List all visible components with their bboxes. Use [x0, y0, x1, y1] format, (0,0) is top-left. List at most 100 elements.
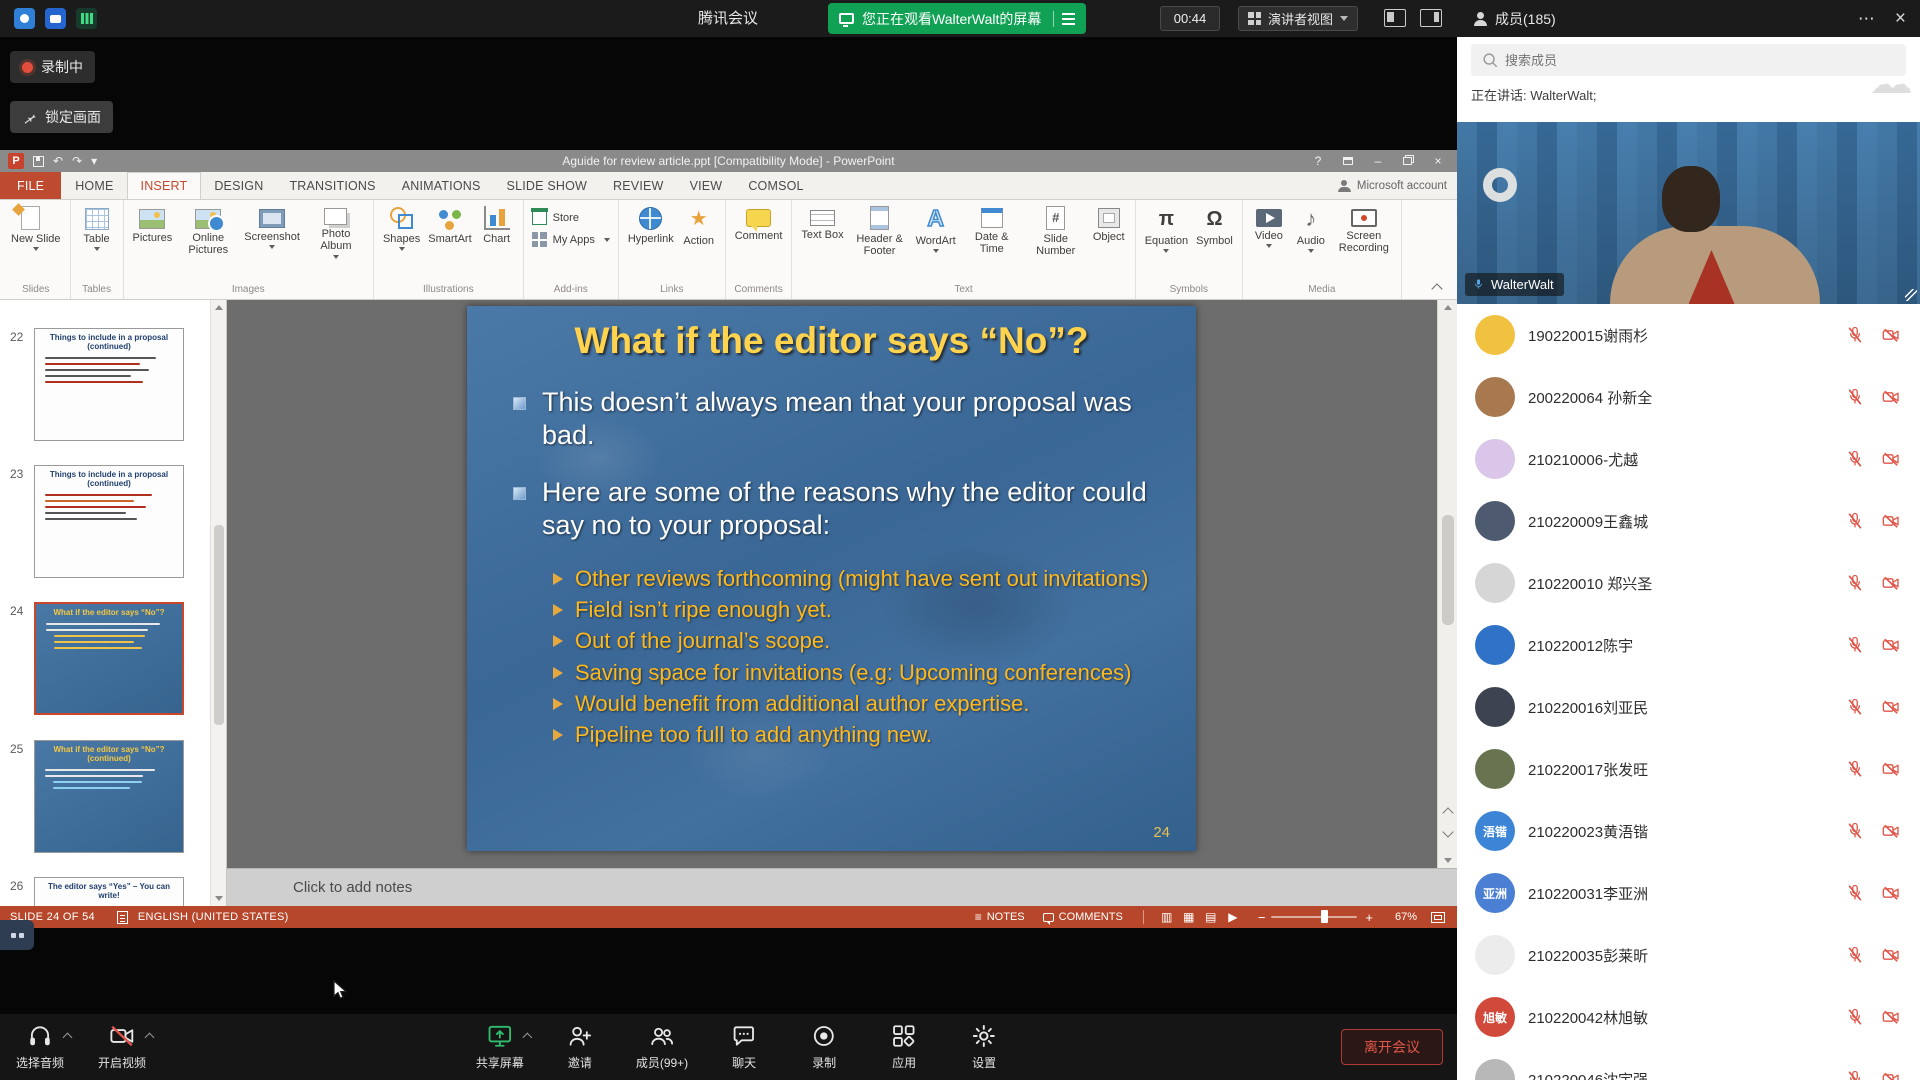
scroll-down-arrow[interactable] — [1444, 858, 1452, 863]
video-button[interactable]: Video — [1248, 203, 1290, 248]
member-row[interactable]: 210220010 郑兴圣 — [1457, 552, 1920, 614]
camera-muted-icon[interactable] — [1880, 511, 1902, 531]
tab-insert[interactable]: INSERT — [127, 172, 202, 199]
slide-thumbnail-22[interactable]: Things to include in a proposal (continu… — [34, 328, 184, 441]
member-row[interactable]: 210220046沈宇强 — [1457, 1048, 1920, 1080]
camera-muted-icon[interactable] — [1880, 1069, 1902, 1080]
mic-muted-icon[interactable] — [1845, 387, 1865, 407]
camera-muted-icon[interactable] — [1880, 883, 1902, 903]
camera-muted-icon[interactable] — [1880, 573, 1902, 593]
zoom-level[interactable]: 67% — [1383, 911, 1417, 923]
notes-toggle[interactable]: ≡NOTES — [975, 910, 1025, 924]
mic-muted-icon[interactable] — [1845, 821, 1865, 841]
member-row[interactable]: 亚洲 210220031李亚洲 — [1457, 862, 1920, 924]
close-window-button[interactable]: × — [1423, 154, 1453, 168]
split-layout-icon[interactable] — [1384, 9, 1406, 27]
mic-muted-icon[interactable] — [1845, 697, 1865, 717]
undo-icon[interactable]: ↶ — [53, 154, 63, 168]
scroll-down-arrow[interactable] — [215, 896, 223, 901]
apps-button[interactable]: 应用 — [880, 1023, 928, 1071]
language-indicator[interactable]: ENGLISH (UNITED STATES) — [138, 911, 289, 923]
action-button[interactable]: ★Action — [678, 203, 720, 247]
banner-menu-icon[interactable] — [1062, 13, 1075, 25]
mic-muted-icon[interactable] — [1845, 635, 1865, 655]
scrollbar-thumb[interactable] — [1442, 515, 1454, 625]
slide-thumbnail-24-selected[interactable]: What if the editor says “No”? — [34, 602, 184, 715]
help-button[interactable]: ? — [1303, 154, 1333, 168]
wordart-button[interactable]: AWordArt — [912, 203, 960, 253]
screenshot-button[interactable]: Screenshot — [240, 203, 304, 249]
share-screen-button[interactable]: 共享屏幕 — [476, 1023, 524, 1071]
symbol-button[interactable]: ΩSymbol — [1192, 203, 1237, 247]
sidebar-toggle-icon[interactable] — [1420, 9, 1442, 27]
previous-slide-button[interactable] — [1443, 806, 1453, 816]
camera-muted-icon[interactable] — [1880, 1007, 1902, 1027]
more-options-button[interactable]: ⋯ — [1858, 9, 1875, 29]
record-button[interactable]: 录制 — [800, 1023, 848, 1071]
redo-icon[interactable]: ↷ — [72, 154, 82, 168]
slide-scrollbar[interactable] — [1437, 300, 1457, 868]
scroll-up-arrow[interactable] — [215, 305, 223, 310]
member-row[interactable]: 210220016刘亚民 — [1457, 676, 1920, 738]
tab-view[interactable]: VIEW — [677, 172, 736, 199]
camera-muted-icon[interactable] — [1880, 945, 1902, 965]
mic-muted-icon[interactable] — [1845, 883, 1865, 903]
screen-recording-button[interactable]: Screen Recording — [1332, 203, 1396, 255]
chart-button[interactable]: Chart — [476, 203, 518, 245]
member-row[interactable]: 200220064 孙新全 — [1457, 366, 1920, 428]
invite-button[interactable]: 邀请 — [556, 1023, 604, 1071]
member-row[interactable]: 210220012陈宇 — [1457, 614, 1920, 676]
mic-muted-icon[interactable] — [1845, 945, 1865, 965]
slide-sorter-button[interactable]: ▦ — [1178, 910, 1200, 924]
zoom-slider[interactable] — [1271, 916, 1357, 918]
mic-muted-icon[interactable] — [1845, 573, 1865, 593]
member-row[interactable]: 210220017张发旺 — [1457, 738, 1920, 800]
tab-animations[interactable]: ANIMATIONS — [389, 172, 494, 199]
slideshow-button[interactable]: ▶ — [1222, 910, 1244, 924]
scroll-up-arrow[interactable] — [1444, 305, 1452, 310]
members-button[interactable]: 成员(99+) — [636, 1023, 688, 1071]
hyperlink-button[interactable]: Hyperlink — [624, 203, 678, 245]
pin-screen-badge[interactable]: 锁定画面 — [10, 101, 113, 133]
tab-home[interactable]: HOME — [62, 172, 126, 199]
speaker-video-tile[interactable]: WalterWalt — [1457, 122, 1920, 304]
camera-muted-icon[interactable] — [1880, 821, 1902, 841]
tab-comsol[interactable]: COMSOL — [735, 172, 816, 199]
tab-slideshow[interactable]: SLIDE SHOW — [494, 172, 601, 199]
tab-file[interactable]: FILE — [0, 172, 61, 199]
equation-button[interactable]: πEquation — [1141, 203, 1192, 253]
collapse-ribbon-button[interactable] — [1429, 280, 1445, 294]
restore-button[interactable] — [1393, 154, 1423, 168]
camera-muted-icon[interactable] — [1880, 449, 1902, 469]
reading-view-button[interactable]: ▤ — [1200, 910, 1222, 924]
shapes-button[interactable]: Shapes — [379, 203, 424, 251]
microsoft-account[interactable]: Microsoft account — [1338, 172, 1447, 200]
save-icon[interactable] — [33, 156, 44, 167]
member-row[interactable]: 210210006-尤越 — [1457, 428, 1920, 490]
mic-muted-icon[interactable] — [1845, 1007, 1865, 1027]
camera-app-icon[interactable] — [14, 8, 35, 29]
mic-muted-icon[interactable] — [1845, 325, 1865, 345]
comments-toggle[interactable]: COMMENTS — [1043, 911, 1123, 923]
fit-slide-button[interactable] — [1431, 912, 1445, 923]
mic-muted-icon[interactable] — [1845, 759, 1865, 779]
scrollbar-thumb[interactable] — [214, 525, 224, 725]
slide-canvas[interactable]: What if the editor says “No”? This doesn… — [467, 306, 1196, 851]
tab-design[interactable]: DESIGN — [201, 172, 276, 199]
member-row[interactable]: 旭敏 210220042林旭敏 — [1457, 986, 1920, 1048]
pictures-button[interactable]: Pictures — [129, 203, 177, 244]
chevron-up-icon[interactable] — [522, 1031, 532, 1041]
mic-muted-icon[interactable] — [1845, 1069, 1865, 1080]
camera-muted-icon[interactable] — [1880, 635, 1902, 655]
notes-pane[interactable]: Click to add notes — [227, 868, 1457, 906]
camera-muted-icon[interactable] — [1880, 697, 1902, 717]
smartart-button[interactable]: SmartArt — [424, 203, 475, 245]
normal-view-button[interactable]: ▥ — [1156, 910, 1178, 924]
mic-muted-icon[interactable] — [1845, 511, 1865, 531]
slide-number-button[interactable]: #Slide Number — [1024, 203, 1088, 258]
view-mode-selector[interactable]: 演讲者视图 — [1238, 6, 1358, 31]
date-time-button[interactable]: Date & Time — [960, 203, 1024, 256]
member-row[interactable]: 210220035彭莱昕 — [1457, 924, 1920, 986]
table-button[interactable]: Table — [76, 203, 118, 251]
member-row[interactable]: 浯锴 210220023黄浯锴 — [1457, 800, 1920, 862]
